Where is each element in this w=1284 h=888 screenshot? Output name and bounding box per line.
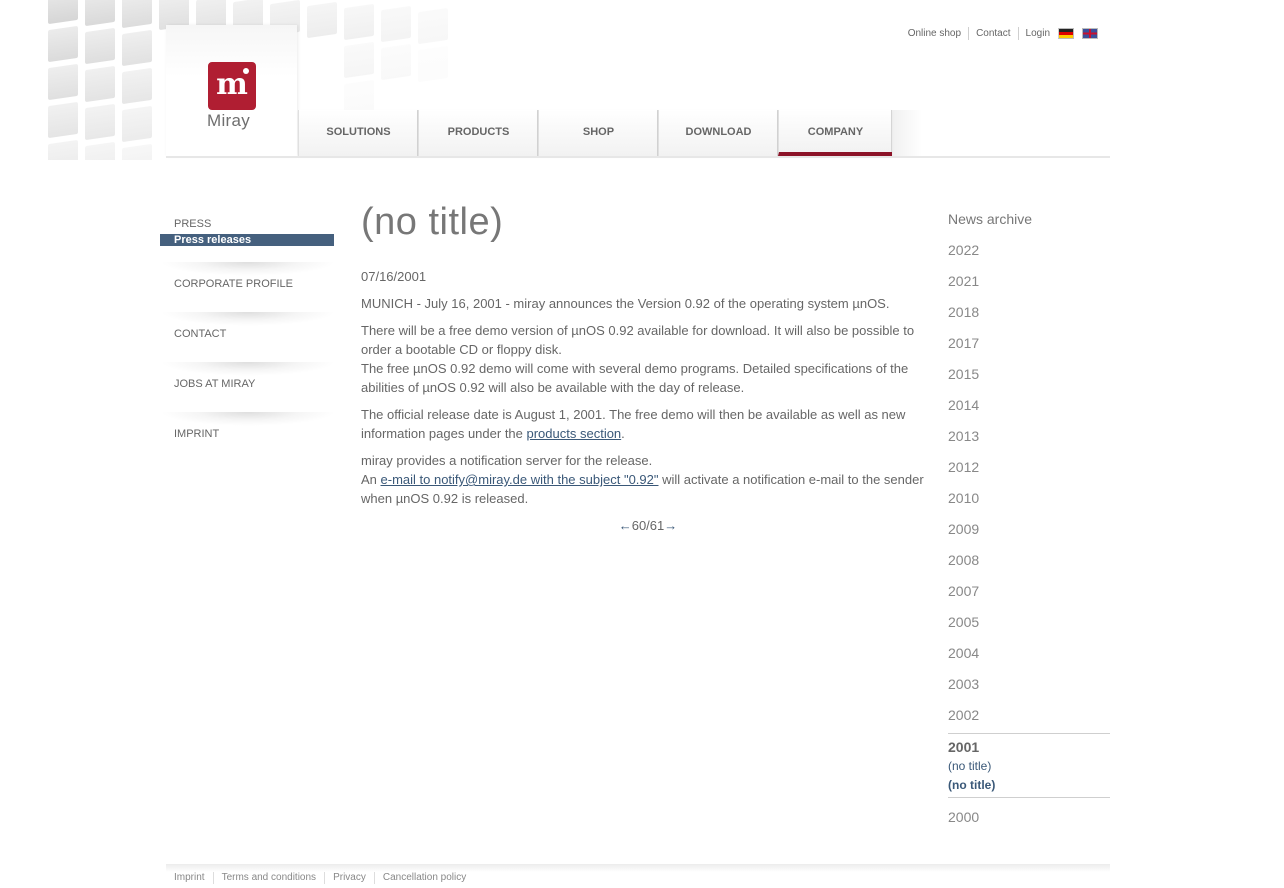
archive-year-link[interactable]: 2010 bbox=[948, 489, 1110, 520]
logo[interactable]: m Miray bbox=[166, 25, 297, 156]
nav-products[interactable]: PRODUCTS bbox=[418, 110, 538, 156]
nav-solutions[interactable]: SOLUTIONS bbox=[298, 110, 418, 156]
de-flag-icon[interactable] bbox=[1058, 28, 1074, 39]
sidebar-divider bbox=[160, 412, 336, 426]
sidebar-item-imprint[interactable]: IMPRINT bbox=[160, 428, 336, 440]
article-text: . bbox=[621, 426, 625, 441]
archive-year-link[interactable]: 2005 bbox=[948, 613, 1110, 644]
decorative-tile bbox=[122, 67, 152, 105]
sidebar-item-press-releases[interactable]: Press releases bbox=[160, 234, 334, 246]
archive-year-active[interactable]: 2001 bbox=[948, 738, 1110, 757]
logo-text: Miray bbox=[207, 111, 251, 130]
contact-link[interactable]: Contact bbox=[968, 27, 1017, 40]
decorative-tile bbox=[381, 5, 411, 43]
decorative-tile bbox=[48, 139, 78, 160]
login-link[interactable]: Login bbox=[1017, 27, 1057, 40]
archive-entry-current[interactable]: (no title) bbox=[948, 776, 1110, 795]
decorative-tile bbox=[48, 0, 78, 25]
footer-privacy-link[interactable]: Privacy bbox=[324, 872, 374, 884]
main-nav: SOLUTIONS PRODUCTS SHOP DOWNLOAD COMPANY bbox=[298, 110, 892, 156]
footer: Imprint Terms and conditions Privacy Can… bbox=[166, 872, 474, 884]
article-text: miray provides a notification server for… bbox=[361, 453, 653, 468]
pager: ←60/61→ bbox=[361, 516, 935, 535]
miray-logo-icon: m bbox=[208, 62, 256, 110]
en-flag-icon[interactable] bbox=[1082, 28, 1098, 39]
pager-position: 60/61 bbox=[631, 518, 665, 533]
notify-email-link[interactable]: e-mail to notify@miray.de with the subje… bbox=[381, 472, 659, 487]
decorative-tile bbox=[418, 7, 448, 45]
nav-shadow bbox=[892, 110, 922, 156]
archive-year-link[interactable]: 2000 bbox=[948, 808, 1110, 839]
decorative-tile bbox=[344, 41, 374, 79]
decorative-tile bbox=[418, 45, 448, 83]
archive-year-link[interactable]: 2022 bbox=[948, 241, 1110, 272]
archive-year-link[interactable]: 2004 bbox=[948, 644, 1110, 675]
decorative-tile bbox=[48, 25, 78, 63]
article-paragraph: miray provides a notification server for… bbox=[361, 451, 935, 508]
sidebar-divider bbox=[160, 362, 336, 376]
decorative-tile bbox=[122, 105, 152, 143]
decorative-tile bbox=[48, 63, 78, 101]
sidebar-divider bbox=[160, 262, 336, 276]
decorative-tile bbox=[85, 103, 115, 141]
decorative-tile bbox=[85, 27, 115, 65]
nav-shop[interactable]: SHOP bbox=[538, 110, 658, 156]
article-text: The free µnOS 0.92 demo will come with s… bbox=[361, 361, 909, 395]
decorative-tile bbox=[122, 29, 152, 67]
decorative-tile bbox=[344, 3, 374, 41]
archive-year-link[interactable]: 2017 bbox=[948, 334, 1110, 365]
article-paragraph: The official release date is August 1, 2… bbox=[361, 405, 935, 443]
prev-arrow-icon[interactable]: ← bbox=[619, 518, 632, 533]
archive-year-expanded: 2001 (no title) (no title) bbox=[948, 733, 1110, 798]
sidebar-item-contact[interactable]: CONTACT bbox=[160, 328, 336, 340]
sidebar-item-press[interactable]: PRESS bbox=[160, 218, 336, 230]
footer-terms-link[interactable]: Terms and conditions bbox=[212, 872, 325, 884]
sidebar-item-jobs[interactable]: JOBS AT MIRAY bbox=[160, 378, 336, 390]
article-date: 07/16/2001 bbox=[361, 269, 427, 284]
article-paragraph: There will be a free demo version of µnO… bbox=[361, 321, 935, 397]
decorative-tile bbox=[85, 0, 115, 27]
decorative-tile bbox=[307, 1, 337, 39]
sidebar-divider bbox=[160, 312, 336, 326]
article-text: An bbox=[361, 472, 381, 487]
nav-download[interactable]: DOWNLOAD bbox=[658, 110, 778, 156]
archive-year-link[interactable]: 2018 bbox=[948, 303, 1110, 334]
article: (no title) 07/16/2001 MUNICH - July 16, … bbox=[361, 200, 935, 535]
decorative-tile bbox=[85, 141, 115, 160]
archive-year-link[interactable]: 2008 bbox=[948, 551, 1110, 582]
products-section-link[interactable]: products section bbox=[527, 426, 622, 441]
footer-imprint-link[interactable]: Imprint bbox=[166, 872, 213, 884]
sidebar: PRESS Press releases CORPORATE PROFILE C… bbox=[160, 218, 336, 440]
archive-year-link[interactable]: 2012 bbox=[948, 458, 1110, 489]
archive-year-link[interactable]: 2009 bbox=[948, 520, 1110, 551]
next-arrow-icon[interactable]: → bbox=[664, 518, 677, 533]
header-divider bbox=[166, 156, 1110, 158]
sidebar-item-corporate-profile[interactable]: CORPORATE PROFILE bbox=[160, 278, 336, 290]
archive-year-link[interactable]: 2021 bbox=[948, 272, 1110, 303]
decorative-tile bbox=[381, 43, 411, 81]
article-paragraph: MUNICH - July 16, 2001 - miray announces… bbox=[361, 296, 890, 311]
news-archive: News archive 2022 2021 2018 2017 2015 2014 201… bbox=[948, 210, 1110, 839]
decorative-tile bbox=[48, 101, 78, 139]
archive-year-link[interactable]: 2014 bbox=[948, 396, 1110, 427]
decorative-tile bbox=[85, 65, 115, 103]
page-title: (no title) bbox=[361, 201, 504, 243]
footer-cancellation-link[interactable]: Cancellation policy bbox=[373, 872, 474, 884]
archive-year-link[interactable]: 2013 bbox=[948, 427, 1110, 458]
archive-year-link[interactable]: 2007 bbox=[948, 582, 1110, 613]
archive-entry[interactable]: (no title) bbox=[948, 757, 1110, 776]
footer-divider bbox=[166, 864, 1110, 872]
article-text: The official release date is August 1, 2… bbox=[361, 407, 906, 441]
archive-year-link[interactable]: 2015 bbox=[948, 365, 1110, 396]
decorative-tile bbox=[122, 0, 152, 29]
archive-year-link[interactable]: 2003 bbox=[948, 675, 1110, 706]
news-archive-title: News archive bbox=[948, 211, 1033, 227]
decorative-tile bbox=[122, 143, 152, 160]
article-text: There will be a free demo version of µnO… bbox=[361, 323, 915, 357]
top-links: Online shop Contact Login bbox=[901, 27, 1098, 40]
nav-company[interactable]: COMPANY bbox=[778, 110, 892, 156]
online-shop-link[interactable]: Online shop bbox=[901, 27, 968, 40]
